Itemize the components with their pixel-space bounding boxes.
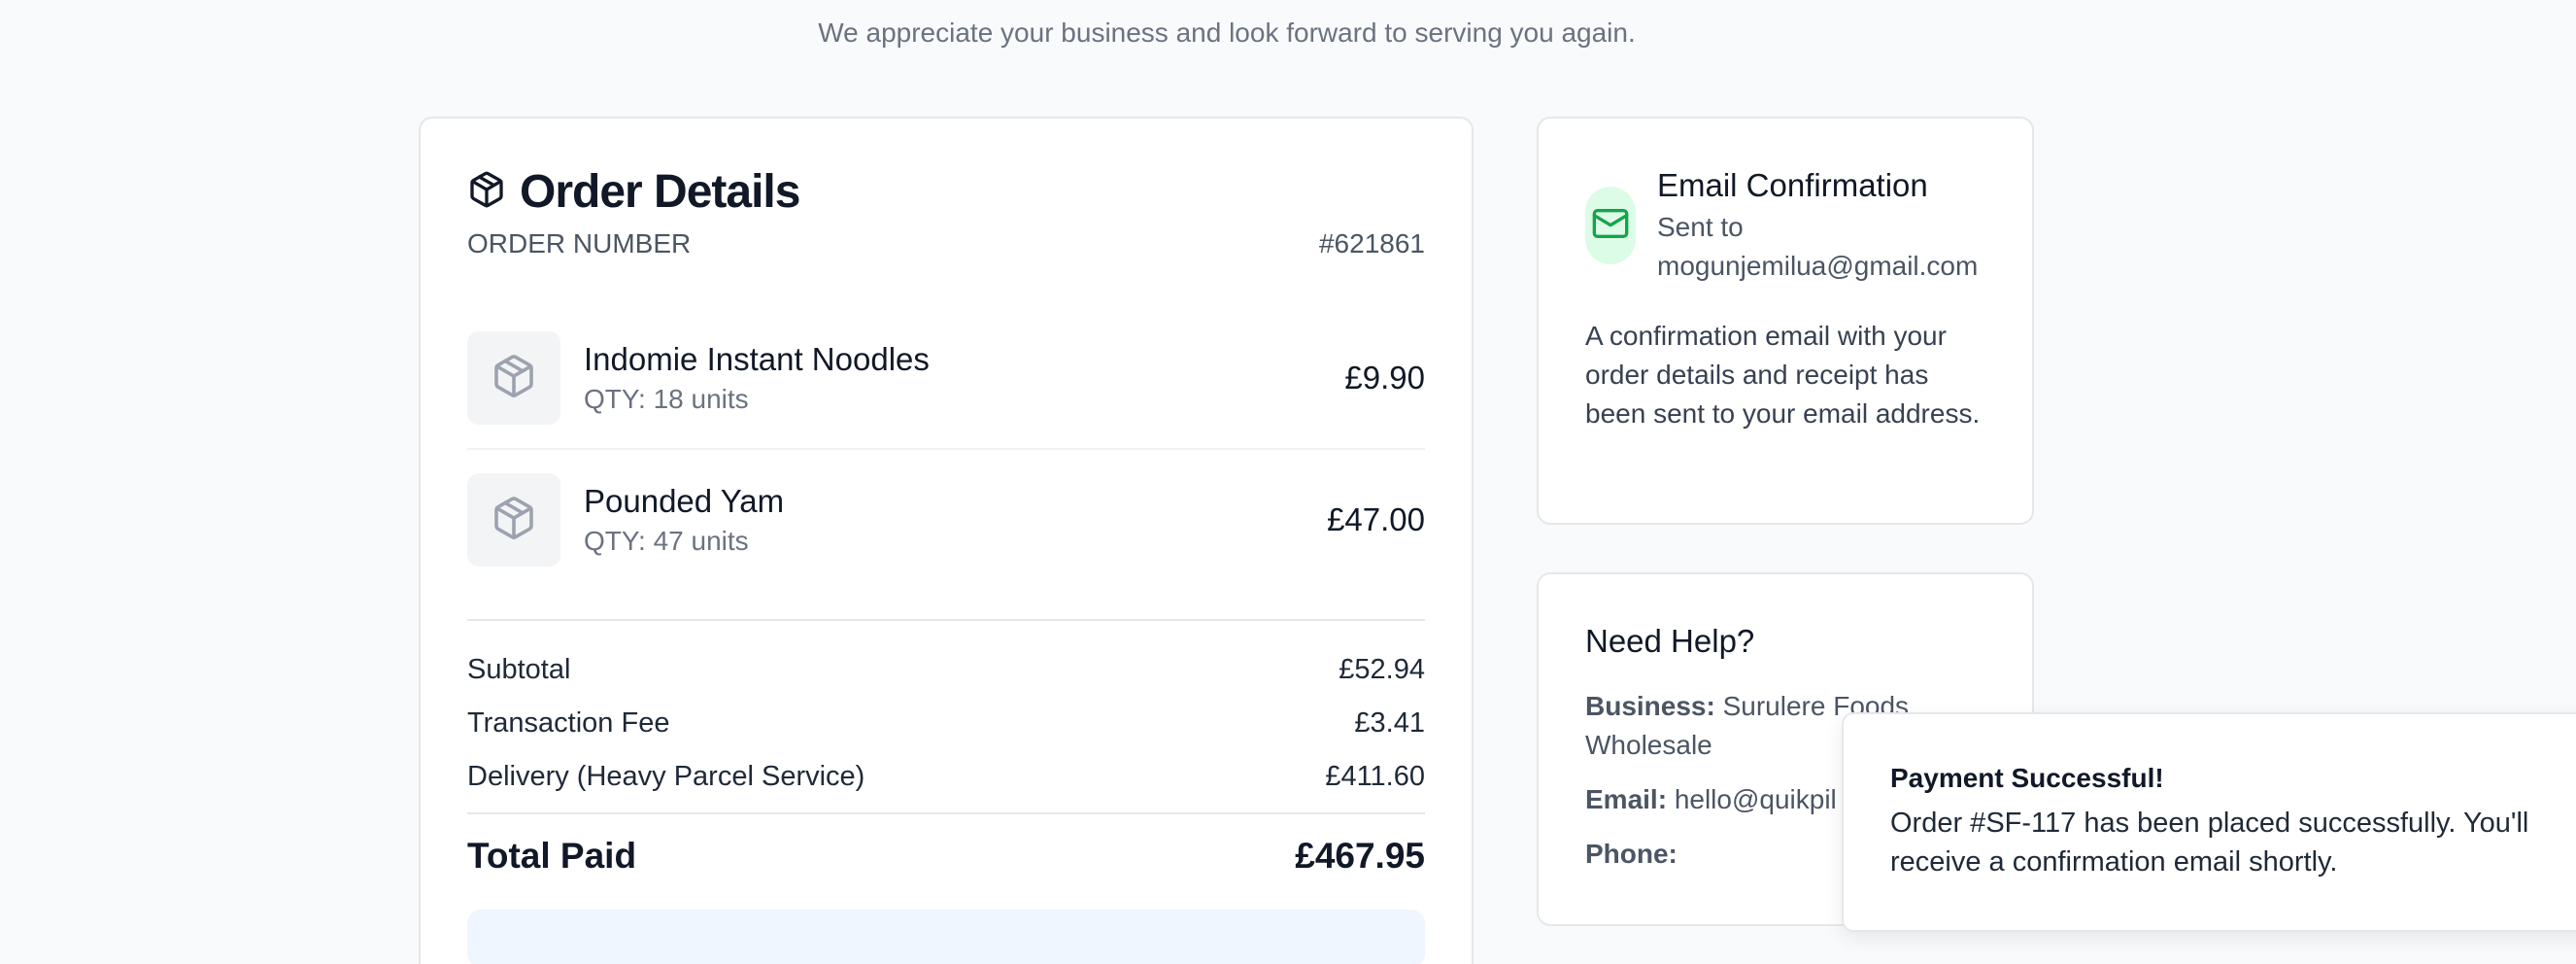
help-business-label: Business: <box>1585 691 1715 721</box>
email-sent-to-label: Sent to <box>1657 212 1744 242</box>
toast-title: Payment Successful! <box>1890 763 2164 793</box>
email-confirmation-card: Email Confirmation Sent to mogunjemilua@… <box>1537 117 2034 525</box>
email-confirmation-title: Email Confirmation <box>1657 167 1928 203</box>
tagline: We appreciate your business and look for… <box>818 17 1636 48</box>
payment-success-toast[interactable]: Payment Successful! Order #SF-117 has be… <box>1842 712 2576 932</box>
total-paid-label: Total Paid <box>467 836 637 876</box>
help-email-value[interactable]: hello@quikpil <box>1675 784 1837 814</box>
help-phone-label: Phone: <box>1585 839 1678 869</box>
need-help-title: Need Help? <box>1585 623 1755 659</box>
mail-icon <box>1591 204 1630 248</box>
order-items-list: Indomie Instant Noodles QTY: 18 units £9… <box>467 308 1425 590</box>
item-thumbnail <box>467 473 560 567</box>
info-box <box>467 910 1425 964</box>
transaction-fee-label: Transaction Fee <box>467 707 670 739</box>
email-confirmation-body: A confirmation email with your order det… <box>1585 321 1981 429</box>
transaction-fee-value: £3.41 <box>1354 707 1425 739</box>
item-price: £47.00 <box>1327 501 1425 537</box>
order-item: Pounded Yam QTY: 47 units £47.00 <box>467 450 1425 590</box>
subtotal-value: £52.94 <box>1339 654 1425 685</box>
item-quantity: QTY: 18 units <box>584 384 749 414</box>
item-name: Indomie Instant Noodles <box>584 341 930 377</box>
order-details-title: Order Details <box>520 166 800 218</box>
toast-message: Order #SF-117 has been placed successful… <box>1890 808 2529 878</box>
order-number-row: ORDER NUMBER #621861 <box>467 228 1425 259</box>
order-number-label: ORDER NUMBER <box>467 228 692 258</box>
mail-icon-badge <box>1585 187 1636 264</box>
package-icon <box>491 353 537 404</box>
item-name: Pounded Yam <box>584 483 785 519</box>
order-item: Indomie Instant Noodles QTY: 18 units £9… <box>467 308 1425 450</box>
order-totals: Subtotal £52.94 Transaction Fee £3.41 De… <box>467 619 1425 877</box>
order-details-card: Order Details ORDER NUMBER #621861 Indom… <box>419 117 1474 964</box>
total-paid-row: Total Paid £467.95 <box>467 812 1425 877</box>
total-paid-value: £467.95 <box>1295 836 1425 876</box>
subtotal-row: Subtotal £52.94 <box>467 654 1425 686</box>
help-email-label: Email: <box>1585 784 1668 814</box>
delivery-row: Delivery (Heavy Parcel Service) £411.60 <box>467 761 1425 793</box>
package-icon <box>491 495 537 546</box>
delivery-label: Delivery (Heavy Parcel Service) <box>467 761 865 792</box>
item-thumbnail <box>467 331 560 425</box>
package-icon <box>467 170 506 214</box>
transaction-fee-row: Transaction Fee £3.41 <box>467 707 1425 740</box>
subtotal-label: Subtotal <box>467 654 571 685</box>
delivery-value: £411.60 <box>1325 761 1425 792</box>
item-quantity: QTY: 47 units <box>584 526 749 556</box>
item-price: £9.90 <box>1344 360 1425 396</box>
email-address: mogunjemilua@gmail.com <box>1657 251 1979 281</box>
order-number-value: #621861 <box>1318 228 1425 258</box>
order-details-header: Order Details <box>467 165 1425 219</box>
